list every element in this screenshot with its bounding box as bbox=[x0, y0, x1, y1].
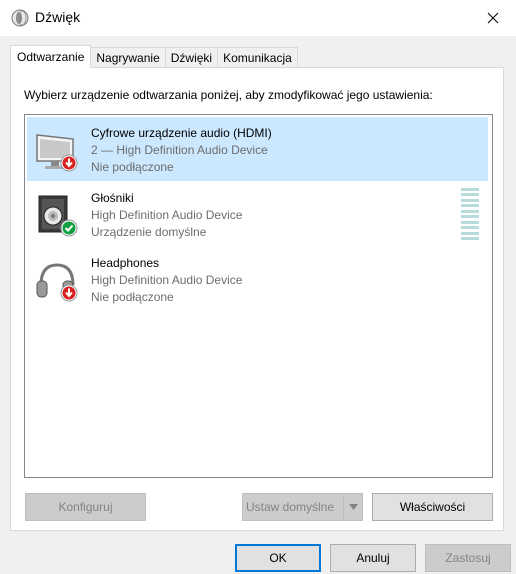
apply-button[interactable]: Zastosuj bbox=[425, 544, 511, 572]
tab-strip: Odtwarzanie Nagrywanie Dźwięki Komunikac… bbox=[10, 45, 298, 68]
chevron-down-icon bbox=[348, 504, 358, 510]
device-item-headphones[interactable]: Headphones High Definition Audio Device … bbox=[27, 247, 488, 311]
speaker-app-icon bbox=[11, 9, 29, 27]
tab-communications[interactable]: Komunikacja bbox=[217, 47, 298, 68]
tab-panel: Wybierz urządzenie odtwarzania poniżej, … bbox=[10, 67, 504, 531]
device-item-speakers[interactable]: Głośniki High Definition Audio Device Ur… bbox=[27, 182, 488, 246]
tab-recording[interactable]: Nagrywanie bbox=[90, 47, 166, 68]
set-default-dropdown[interactable] bbox=[343, 494, 362, 520]
speaker-icon bbox=[38, 195, 78, 237]
device-name: Cyfrowe urządzenie audio (HDMI) bbox=[91, 126, 272, 140]
set-default-button[interactable]: Ustaw domyślne bbox=[242, 493, 363, 521]
device-name: Headphones bbox=[91, 256, 160, 270]
window-title: Dźwięk bbox=[35, 9, 81, 25]
device-driver: High Definition Audio Device bbox=[91, 273, 243, 287]
device-name: Głośniki bbox=[91, 191, 134, 205]
device-list[interactable]: Cyfrowe urządzenie audio (HDMI) 2 — High… bbox=[24, 114, 493, 478]
tab-playback[interactable]: Odtwarzanie bbox=[10, 45, 92, 68]
device-driver: High Definition Audio Device bbox=[91, 208, 243, 222]
close-icon bbox=[487, 12, 499, 24]
device-status: Nie podłączone bbox=[91, 160, 174, 174]
configure-button[interactable]: Konfiguruj bbox=[25, 493, 146, 521]
headphones-icon bbox=[36, 263, 78, 302]
ok-button[interactable]: OK bbox=[235, 544, 321, 572]
close-button[interactable] bbox=[470, 0, 516, 36]
device-item-hdmi[interactable]: Cyfrowe urządzenie audio (HDMI) 2 — High… bbox=[27, 117, 488, 181]
device-status: Nie podłączone bbox=[91, 290, 174, 304]
device-status: Urządzenie domyślne bbox=[91, 225, 207, 239]
volume-level-meter bbox=[461, 188, 479, 240]
title-bar: Dźwięk bbox=[0, 0, 516, 36]
device-driver: 2 — High Definition Audio Device bbox=[91, 143, 268, 157]
tab-sounds[interactable]: Dźwięki bbox=[164, 47, 219, 68]
hdmi-monitor-icon bbox=[36, 134, 78, 172]
set-default-label: Ustaw domyślne bbox=[246, 500, 335, 514]
cancel-button[interactable]: Anuluj bbox=[330, 544, 416, 572]
instruction-text: Wybierz urządzenie odtwarzania poniżej, … bbox=[24, 88, 433, 102]
properties-button[interactable]: Właściwości bbox=[372, 493, 493, 521]
